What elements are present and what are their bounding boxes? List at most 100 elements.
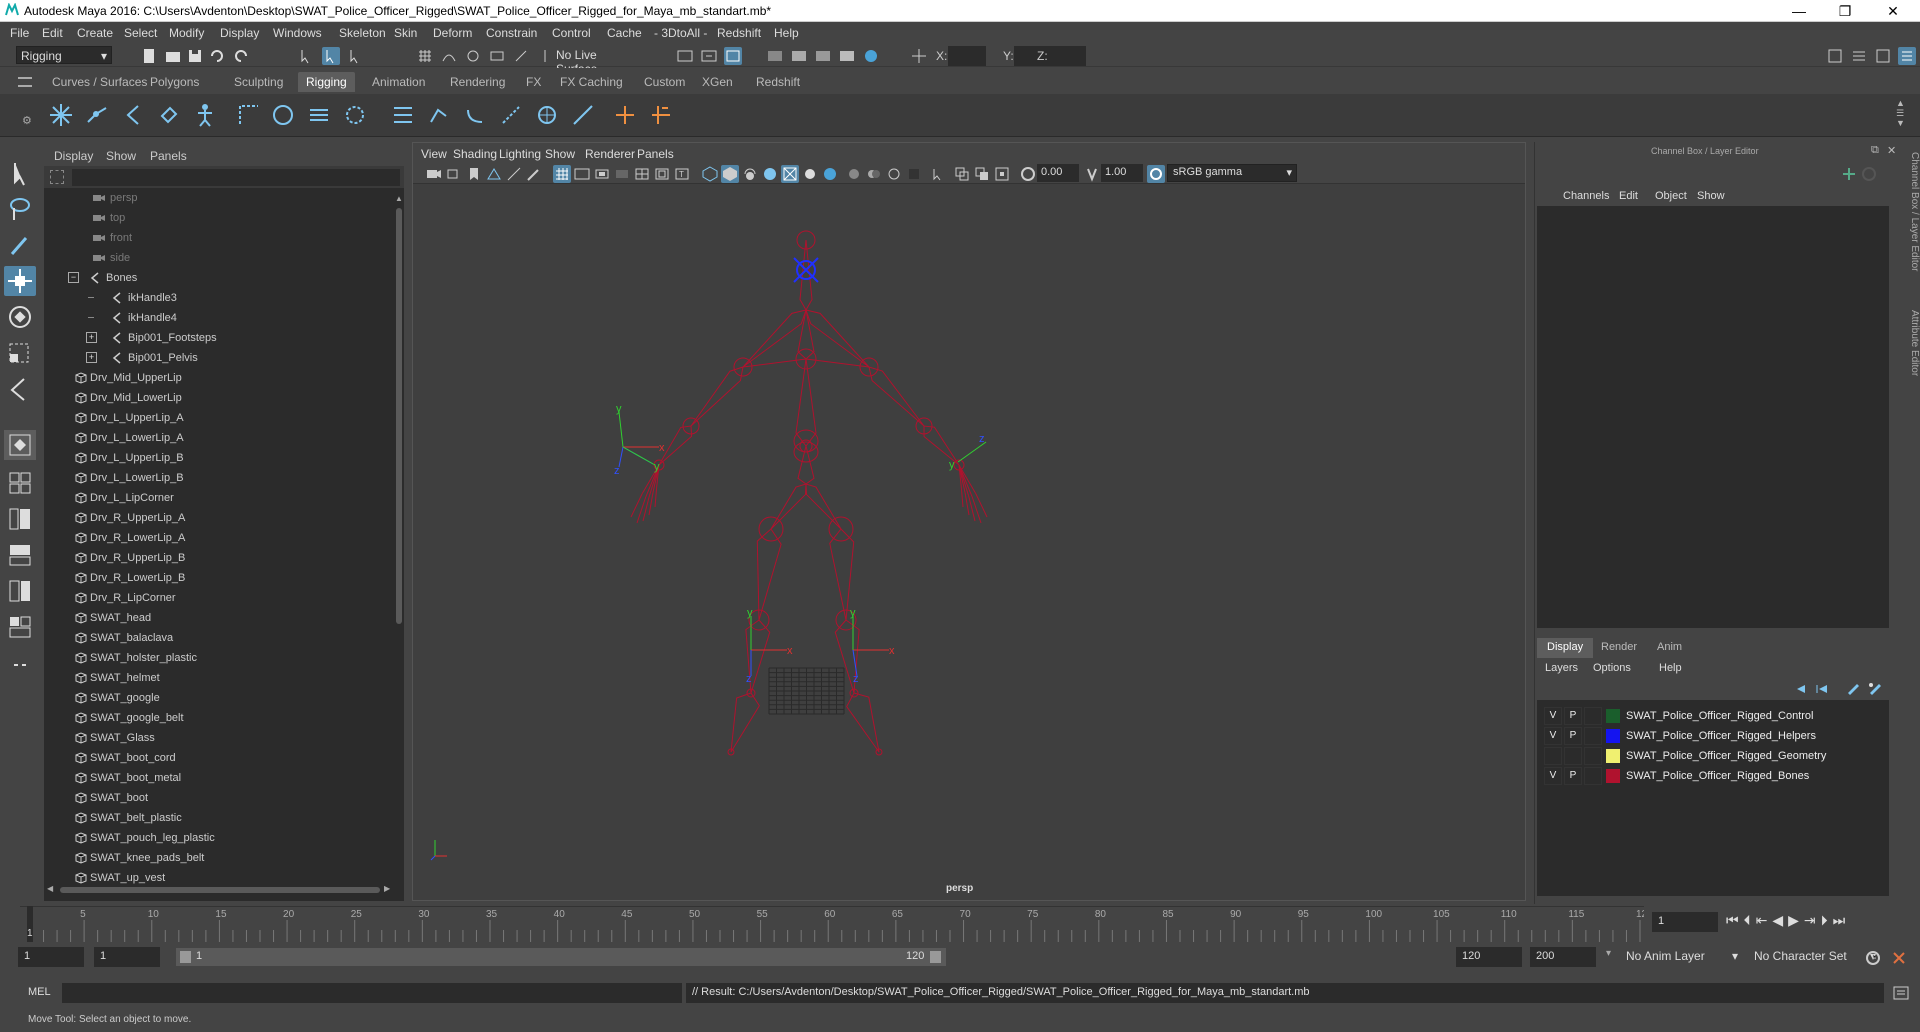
outliner-item[interactable]: front bbox=[44, 228, 384, 248]
outliner-item[interactable]: SWAT_knee_pads_belt bbox=[44, 848, 384, 868]
viewport-menu-panels[interactable]: Panels bbox=[637, 147, 674, 161]
shelf-settings-icon[interactable]: ⚙ bbox=[22, 114, 32, 127]
point-constraint-icon[interactable] bbox=[462, 102, 488, 128]
shelf-tab-polygons[interactable]: Polygons bbox=[142, 72, 207, 92]
speed-icon[interactable] bbox=[1861, 166, 1877, 182]
outliner-item[interactable]: Drv_Mid_UpperLip bbox=[44, 368, 384, 388]
save-scene-icon[interactable] bbox=[186, 47, 204, 65]
insert-joint-icon[interactable] bbox=[84, 102, 110, 128]
scale-tool-icon[interactable] bbox=[4, 338, 36, 368]
xray-components-icon[interactable] bbox=[993, 165, 1011, 183]
film-gate-icon[interactable] bbox=[573, 165, 591, 183]
menu-3dtoall[interactable]: - 3DtoAll - bbox=[654, 26, 707, 40]
locator-icon[interactable] bbox=[390, 102, 416, 128]
menu-set-dropdown[interactable]: Rigging ▾ bbox=[16, 46, 112, 64]
open-scene-icon[interactable] bbox=[164, 47, 182, 65]
layer-playback-toggle[interactable]: P bbox=[1564, 727, 1582, 745]
outliner-item[interactable]: Drv_L_UpperLip_A bbox=[44, 408, 384, 428]
layer-visibility-toggle[interactable]: V bbox=[1544, 767, 1562, 785]
single-perspective-layout-icon[interactable] bbox=[4, 430, 36, 460]
range-slider-bar[interactable]: 1 120 bbox=[176, 948, 946, 966]
outliner-item[interactable]: ikHandle3 bbox=[44, 288, 384, 308]
outliner-item[interactable]: Drv_L_LowerLip_B bbox=[44, 468, 384, 488]
go-to-end-icon[interactable]: ⏭ bbox=[1833, 912, 1851, 928]
viewport-menu-shading[interactable]: Shading bbox=[453, 147, 497, 161]
layer-display-type-toggle[interactable] bbox=[1584, 707, 1602, 725]
filter-icon[interactable] bbox=[50, 170, 64, 184]
layer-tab-anim[interactable]: Anim bbox=[1647, 638, 1692, 658]
step-forward-frame-icon[interactable]: ⇥ bbox=[1804, 912, 1821, 928]
outliner-item[interactable]: ikHandle4 bbox=[44, 308, 384, 328]
aim-constraint-icon[interactable] bbox=[570, 102, 596, 128]
snap-curve-icon[interactable] bbox=[440, 47, 458, 65]
snap-grid-icon[interactable] bbox=[416, 47, 434, 65]
menu-select[interactable]: Select bbox=[124, 26, 157, 40]
select-hierarchy-icon[interactable] bbox=[298, 47, 316, 65]
outliner-item[interactable]: SWAT_google_belt bbox=[44, 708, 384, 728]
expand-icon[interactable]: + bbox=[86, 332, 97, 343]
outliner-item[interactable]: top bbox=[44, 208, 384, 228]
bookmark-icon[interactable] bbox=[465, 165, 483, 183]
orient-constraint-icon[interactable] bbox=[498, 102, 524, 128]
snap-live-icon[interactable] bbox=[512, 47, 530, 65]
outliner-vertical-scrollbar[interactable]: ▲ bbox=[394, 190, 404, 884]
shelf-menu-icon[interactable] bbox=[18, 77, 32, 87]
shelf-tab-xgen[interactable]: XGen bbox=[694, 72, 741, 92]
multisample-aa-icon[interactable] bbox=[865, 165, 883, 183]
shelf-tab-rigging[interactable]: Rigging bbox=[298, 72, 355, 92]
outliner-search-input[interactable] bbox=[72, 169, 400, 186]
lattice-icon[interactable] bbox=[306, 102, 332, 128]
render-sequence-icon[interactable] bbox=[838, 47, 856, 65]
outliner-item[interactable]: SWAT_boot_cord bbox=[44, 748, 384, 768]
layer-visibility-toggle[interactable] bbox=[1544, 747, 1562, 765]
outliner-menu-display[interactable]: Display bbox=[54, 149, 93, 163]
shelf-tab-fx[interactable]: FX bbox=[518, 72, 549, 92]
shelf-scroll-arrows[interactable]: ▲ ☰ ▼ bbox=[1896, 98, 1905, 128]
menu-cache[interactable]: Cache bbox=[607, 26, 642, 40]
outliner-item[interactable]: Drv_R_LowerLip_A bbox=[44, 528, 384, 548]
layer-playback-toggle[interactable]: P bbox=[1564, 707, 1582, 725]
shelf-tab-fx-caching[interactable]: FX Caching bbox=[552, 72, 631, 92]
layer-playback-toggle[interactable]: P bbox=[1564, 767, 1582, 785]
layer-tab-display[interactable]: Display bbox=[1537, 638, 1594, 658]
animation-start-field[interactable]: 1 bbox=[18, 947, 84, 967]
outliner-item[interactable]: SWAT_boot_metal bbox=[44, 768, 384, 788]
create-joints-icon[interactable] bbox=[48, 102, 74, 128]
shelf-tab-curves-surfaces[interactable]: Curves / Surfaces bbox=[44, 72, 155, 92]
step-back-key-icon[interactable]: ⏴ bbox=[1744, 912, 1756, 928]
parent-constraint-icon[interactable] bbox=[426, 102, 452, 128]
minimize-button[interactable]: — bbox=[1776, 0, 1822, 22]
outliner-item[interactable]: side bbox=[44, 248, 384, 268]
side-tab-attribute-editor[interactable]: Attribute Editor bbox=[1904, 310, 1920, 410]
layer-menu-options[interactable]: Options bbox=[1593, 662, 1631, 674]
paint-select-tool-icon[interactable] bbox=[4, 230, 36, 260]
persp-hypershade-layout-icon[interactable] bbox=[4, 576, 36, 606]
gamma-icon[interactable] bbox=[1083, 165, 1101, 183]
play-backwards-icon[interactable]: ◀ bbox=[1772, 912, 1788, 928]
layer-color-swatch[interactable] bbox=[1606, 729, 1620, 743]
auto-key-icon[interactable] bbox=[1864, 949, 1882, 967]
last-tool-icon[interactable] bbox=[4, 374, 36, 404]
render-view-icon[interactable] bbox=[676, 47, 694, 65]
grid-toggle-icon[interactable] bbox=[553, 165, 571, 183]
move-layer-down-icon[interactable] bbox=[1815, 681, 1831, 697]
camera-attributes-icon[interactable] bbox=[445, 165, 463, 183]
gate-mask-icon[interactable] bbox=[613, 165, 631, 183]
layer-visibility-toggle[interactable]: V bbox=[1544, 707, 1562, 725]
view-transform-dropdown[interactable]: sRGB gamma ▾ bbox=[1167, 164, 1297, 182]
lasso-tool-icon[interactable] bbox=[4, 194, 36, 224]
script-language-toggle[interactable]: MEL bbox=[28, 986, 51, 998]
shelf-tab-custom[interactable]: Custom bbox=[636, 72, 693, 92]
snap-view-plane-icon[interactable] bbox=[488, 47, 506, 65]
menu-constrain[interactable]: Constrain bbox=[486, 26, 537, 40]
layer-display-type-toggle[interactable] bbox=[1584, 747, 1602, 765]
viewport-menu-view[interactable]: View bbox=[421, 147, 447, 161]
play-forwards-icon[interactable]: ▶ bbox=[1788, 912, 1804, 928]
menu-skeleton[interactable]: Skeleton bbox=[339, 26, 386, 40]
go-to-start-icon[interactable]: ⏮ bbox=[1726, 912, 1744, 928]
manipulator-icon[interactable] bbox=[1841, 166, 1857, 182]
anim-layer-dropdown[interactable]: No Anim Layer ▾ bbox=[1622, 947, 1738, 967]
wireframe-on-shaded-icon[interactable] bbox=[741, 165, 759, 183]
outliner-item[interactable]: Drv_Mid_LowerLip bbox=[44, 388, 384, 408]
channel-menu-channels[interactable]: Channels bbox=[1563, 190, 1609, 202]
